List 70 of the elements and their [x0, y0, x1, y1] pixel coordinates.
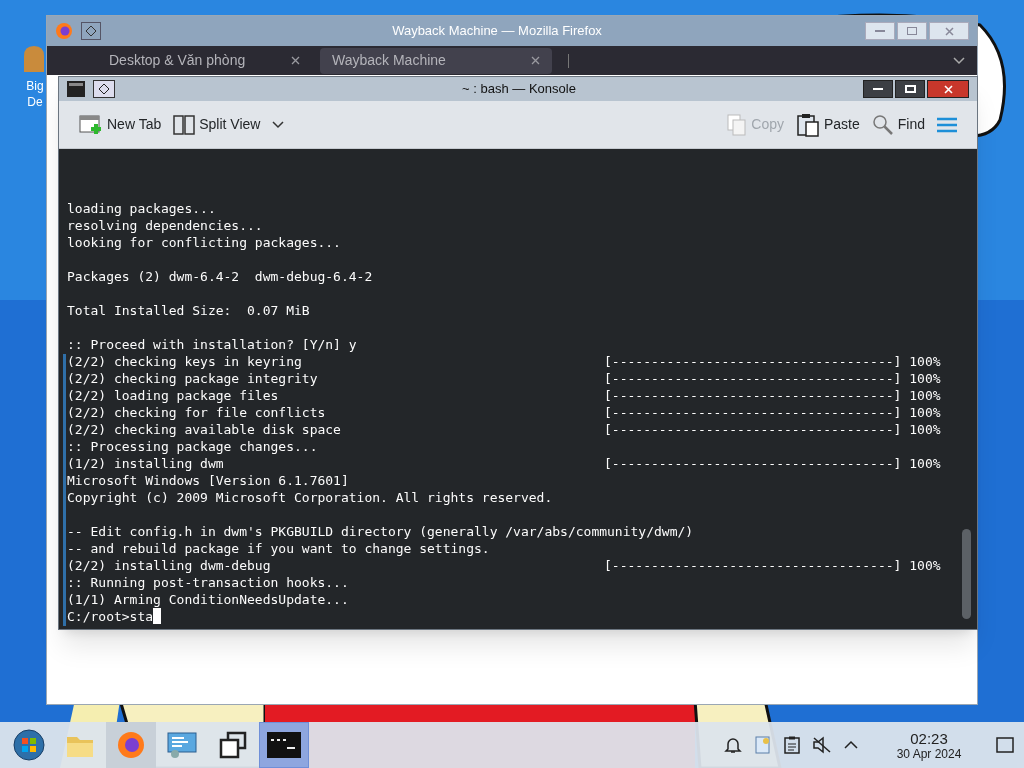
progress-text: [------------------------------------] 100% [604, 404, 942, 421]
terminal-line: looking for conflicting packages... [67, 234, 342, 251]
menu-icon [937, 116, 957, 133]
split-view-icon [173, 114, 196, 135]
minimize-button[interactable] [863, 80, 893, 98]
copy-icon [727, 113, 748, 136]
progress-text: [------------------------------------] 100% [604, 387, 942, 404]
desktop-icon-label[interactable]: Big De [20, 78, 50, 110]
new-tab-icon [79, 113, 103, 136]
terminal-line: (2/2) loading package files [67, 387, 280, 404]
terminal-line: Microsoft Windows [Version 6.1.7601] [67, 472, 350, 489]
show-desktop-icon[interactable] [996, 737, 1014, 753]
browser-tab[interactable]: Wayback Machine [320, 47, 552, 74]
terminal-line: :: Proceed with installation? [Y/n] y [67, 336, 358, 353]
paste-button[interactable]: Paste [791, 108, 864, 141]
search-icon [871, 113, 894, 136]
terminal-line: (2/2) installing dwm-debug [67, 557, 272, 574]
close-icon [943, 84, 953, 94]
browser-tab[interactable]: Desktop & Văn phòng [97, 47, 312, 74]
keep-above-icon [81, 22, 101, 40]
progress-text: [------------------------------------] 100% [604, 370, 942, 387]
chevron-up-icon[interactable] [844, 740, 858, 750]
browser-icon [55, 22, 73, 40]
maximize-button[interactable] [895, 80, 925, 98]
find-button[interactable]: Find [867, 108, 929, 141]
terminal-line: loading packages... [67, 200, 217, 217]
terminal-line: :: Processing package changes... [67, 438, 319, 455]
terminal-icon [267, 732, 301, 758]
close-icon[interactable] [291, 56, 300, 65]
muted-speaker-icon[interactable] [812, 736, 832, 754]
window-title: Wayback Machine — Mozilla Firefox [391, 22, 603, 41]
terminal-line: -- Edit config.h in dwm's PKGBUILD directory (generally /var/abs/community/dwm/) [67, 523, 695, 540]
close-button[interactable] [927, 80, 969, 98]
terminal-line: Total Installed Size: 0.07 MiB [67, 302, 311, 319]
close-icon [944, 26, 954, 36]
terminal-line: (2/2) checking package integrity [67, 370, 319, 387]
keep-above-icon [93, 80, 115, 98]
chevron-down-icon [272, 120, 285, 129]
clipboard-icon[interactable] [784, 736, 800, 754]
terminal-line: -- and rebuild package if you want to change settings. [67, 540, 491, 557]
taskbar-button[interactable] [259, 722, 309, 768]
terminal-line: :: Running post-transaction hooks... [67, 574, 350, 591]
terminal-line: Packages (2) dwm-6.4-2 dwm-debug-6.4-2 [67, 268, 374, 285]
terminal-line: resolving dependencies... [67, 217, 264, 234]
window-title: ~ : bash — Konsole [461, 80, 577, 99]
progress-text: [------------------------------------] 100% [604, 557, 942, 574]
terminal-line: (1/2) installing dwm [67, 455, 225, 472]
terminal-line: (2/2) checking for file conflicts [67, 404, 327, 421]
windows-icon [219, 731, 247, 759]
browser-icon [116, 730, 146, 760]
progress-text: [------------------------------------] 100% [604, 353, 942, 370]
clock-time[interactable]: 02:23 [910, 729, 948, 747]
progress-text: [------------------------------------] 100% [604, 421, 942, 438]
terminal-line: (1/1) Arming ConditionNeedsUpdate... [67, 591, 350, 608]
terminal-line: Copyright (c) 2009 Microsoft Corporation. All rights reserved. [67, 489, 554, 506]
terminal-line: (2/2) checking keys in keyring [67, 353, 303, 370]
progress-text: [------------------------------------] 100% [604, 455, 942, 472]
terminal-line: C:/root>sta [67, 608, 977, 625]
terminal-icon [67, 81, 85, 97]
start-orb-icon [13, 729, 45, 761]
chevron-down-icon[interactable] [953, 56, 965, 65]
new-tab-button[interactable]: New Tab [75, 108, 166, 141]
monitor-icon [166, 730, 198, 760]
close-icon[interactable] [531, 56, 540, 65]
split-view-button[interactable]: Split View [169, 108, 289, 141]
scrollbar-thumb[interactable] [962, 529, 971, 619]
clipboard-icon [795, 112, 820, 137]
clock-date[interactable]: 30 Apr 2024 [896, 746, 962, 761]
terminal-line: (2/2) checking available disk space [67, 421, 342, 438]
bell-icon[interactable] [724, 736, 742, 754]
